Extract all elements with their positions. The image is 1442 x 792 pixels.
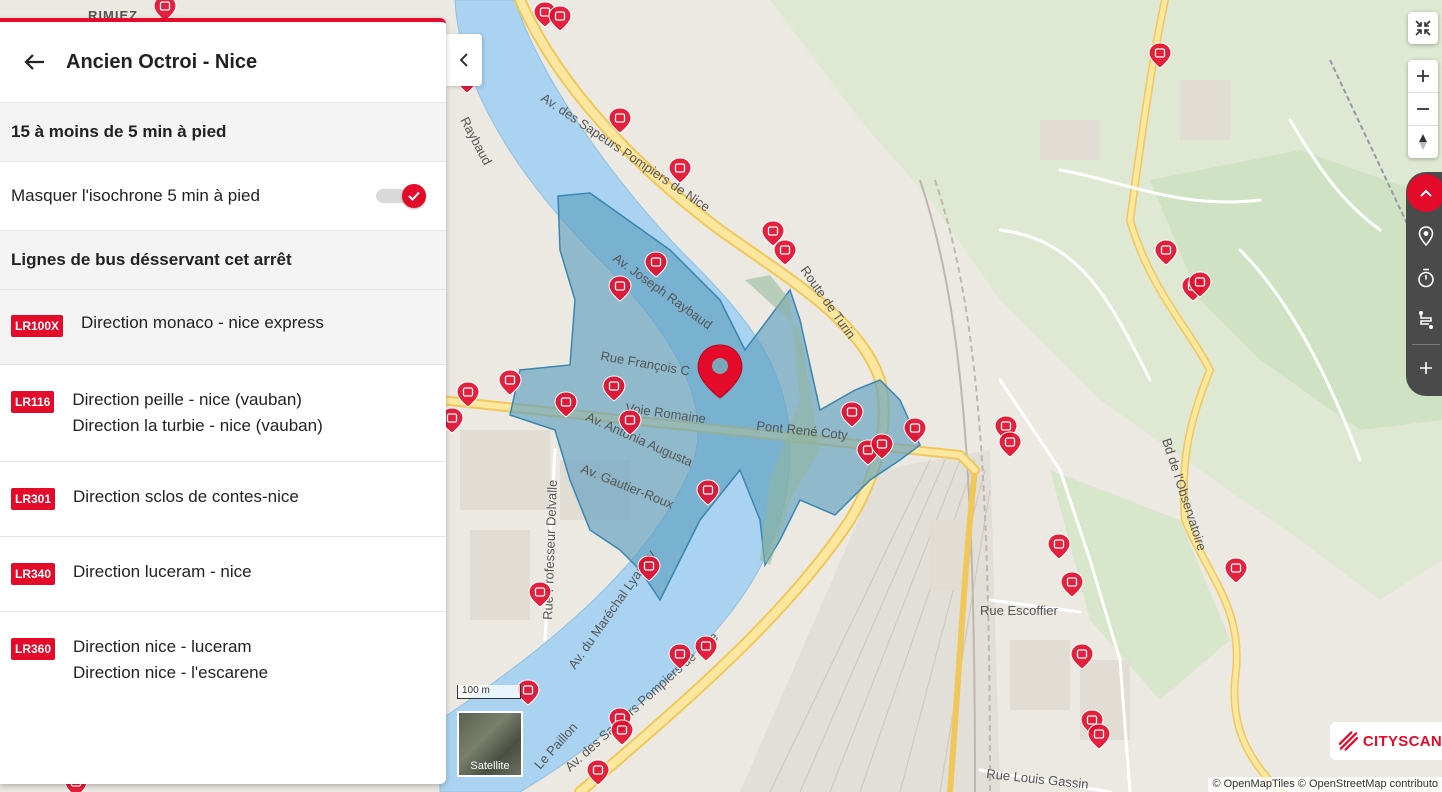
bus-line-item[interactable]: LR340 Direction luceram - nice <box>0 536 446 611</box>
back-button[interactable] <box>20 48 48 76</box>
map-scale: 100 m <box>457 685 521 699</box>
line-code-badge: LR100X <box>11 315 64 337</box>
bus-lines-list: LR100X Direction monaco - nice express LR1… <box>0 289 446 708</box>
location-button[interactable] <box>1414 224 1438 248</box>
dock-collapse-button[interactable] <box>1407 174 1442 212</box>
add-button[interactable] <box>1414 356 1438 380</box>
fullscreen-control <box>1408 12 1438 44</box>
satellite-toggle-button[interactable]: Satellite <box>457 711 523 777</box>
stop-details-panel: Ancien Octroi - Nice 15 à moins de 5 min… <box>0 18 446 784</box>
line-directions: Direction luceram - nice <box>73 559 252 585</box>
line-directions: Direction sclos de contes-nice <box>73 484 299 510</box>
timer-button[interactable] <box>1414 266 1438 290</box>
minus-icon <box>1417 108 1429 110</box>
line-directions: Direction peille - nice (vauban) Directio… <box>72 387 322 439</box>
chevron-up-icon <box>1420 189 1432 197</box>
plus-icon <box>1417 70 1429 82</box>
satellite-label: Satellite <box>470 760 510 772</box>
line-code-badge: LR301 <box>11 488 56 510</box>
line-direction: Direction monaco - nice express <box>81 313 324 332</box>
line-directions: Direction monaco - nice express <box>81 310 324 336</box>
plus-icon <box>1420 362 1432 374</box>
line-code-badge: LR340 <box>11 563 56 585</box>
line-direction: Direction peille - nice (vauban) <box>72 390 302 409</box>
label-escoffier: Rue Escoffier <box>980 603 1058 618</box>
map-pin-icon <box>1418 226 1434 246</box>
isochrone-toggle-label: Masquer l'isochrone 5 min à pied <box>11 186 260 205</box>
check-icon <box>408 191 420 201</box>
chevron-left-icon <box>459 53 468 67</box>
cityscan-logo: CITYSCAN <box>1330 722 1442 760</box>
walk-summary: 15 à moins de 5 min à pied <box>0 102 446 161</box>
fullscreen-button[interactable] <box>1408 12 1438 44</box>
collapse-panel-button[interactable] <box>446 34 482 86</box>
isochrone-toggle[interactable] <box>374 182 426 210</box>
lines-header: Lignes de bus désservant cet arrêt <box>0 230 446 289</box>
bus-line-item[interactable]: LR360 Direction nice - luceram Direction n… <box>0 611 446 708</box>
bus-line-item[interactable]: LR301 Direction sclos de contes-nice <box>0 461 446 536</box>
route-icon <box>1419 311 1433 329</box>
line-direction: Direction nice - l'escarene <box>73 663 269 682</box>
compass-icon <box>1419 134 1427 150</box>
zoom-controls <box>1408 60 1438 158</box>
panel-header: Ancien Octroi - Nice <box>0 22 446 102</box>
route-button[interactable] <box>1414 308 1438 332</box>
toggle-knob <box>402 184 426 208</box>
line-code-badge: LR360 <box>11 638 56 660</box>
line-direction: Direction sclos de contes-nice <box>73 487 299 506</box>
brand-name: CITYSCAN <box>1362 732 1442 750</box>
line-code-badge: LR116 <box>11 391 55 413</box>
zoom-out-button[interactable] <box>1408 92 1438 125</box>
isochrone-toggle-row: Masquer l'isochrone 5 min à pied <box>0 161 446 230</box>
cityscan-logo-icon <box>1338 731 1359 751</box>
line-direction: Direction nice - luceram <box>73 637 252 656</box>
dock-divider <box>1412 344 1440 345</box>
line-direction: Direction la turbie - nice (vauban) <box>72 416 323 435</box>
zoom-in-button[interactable] <box>1408 60 1438 92</box>
arrow-left-icon <box>24 54 44 70</box>
line-direction: Direction luceram - nice <box>73 562 252 581</box>
stopwatch-icon <box>1418 268 1434 288</box>
map-attribution[interactable]: © OpenMapTiles © OpenStreetMap contribut… <box>1208 777 1442 792</box>
collapse-icon <box>1415 20 1431 36</box>
tools-dock <box>1406 172 1442 396</box>
line-directions: Direction nice - luceram Direction nice -… <box>73 634 268 686</box>
bus-line-item[interactable]: LR100X Direction monaco - nice express <box>0 289 446 364</box>
compass-button[interactable] <box>1408 125 1438 158</box>
page-title: Ancien Octroi - Nice <box>66 50 258 73</box>
bus-line-item[interactable]: LR116 Direction peille - nice (vauban) Dir… <box>0 364 446 461</box>
